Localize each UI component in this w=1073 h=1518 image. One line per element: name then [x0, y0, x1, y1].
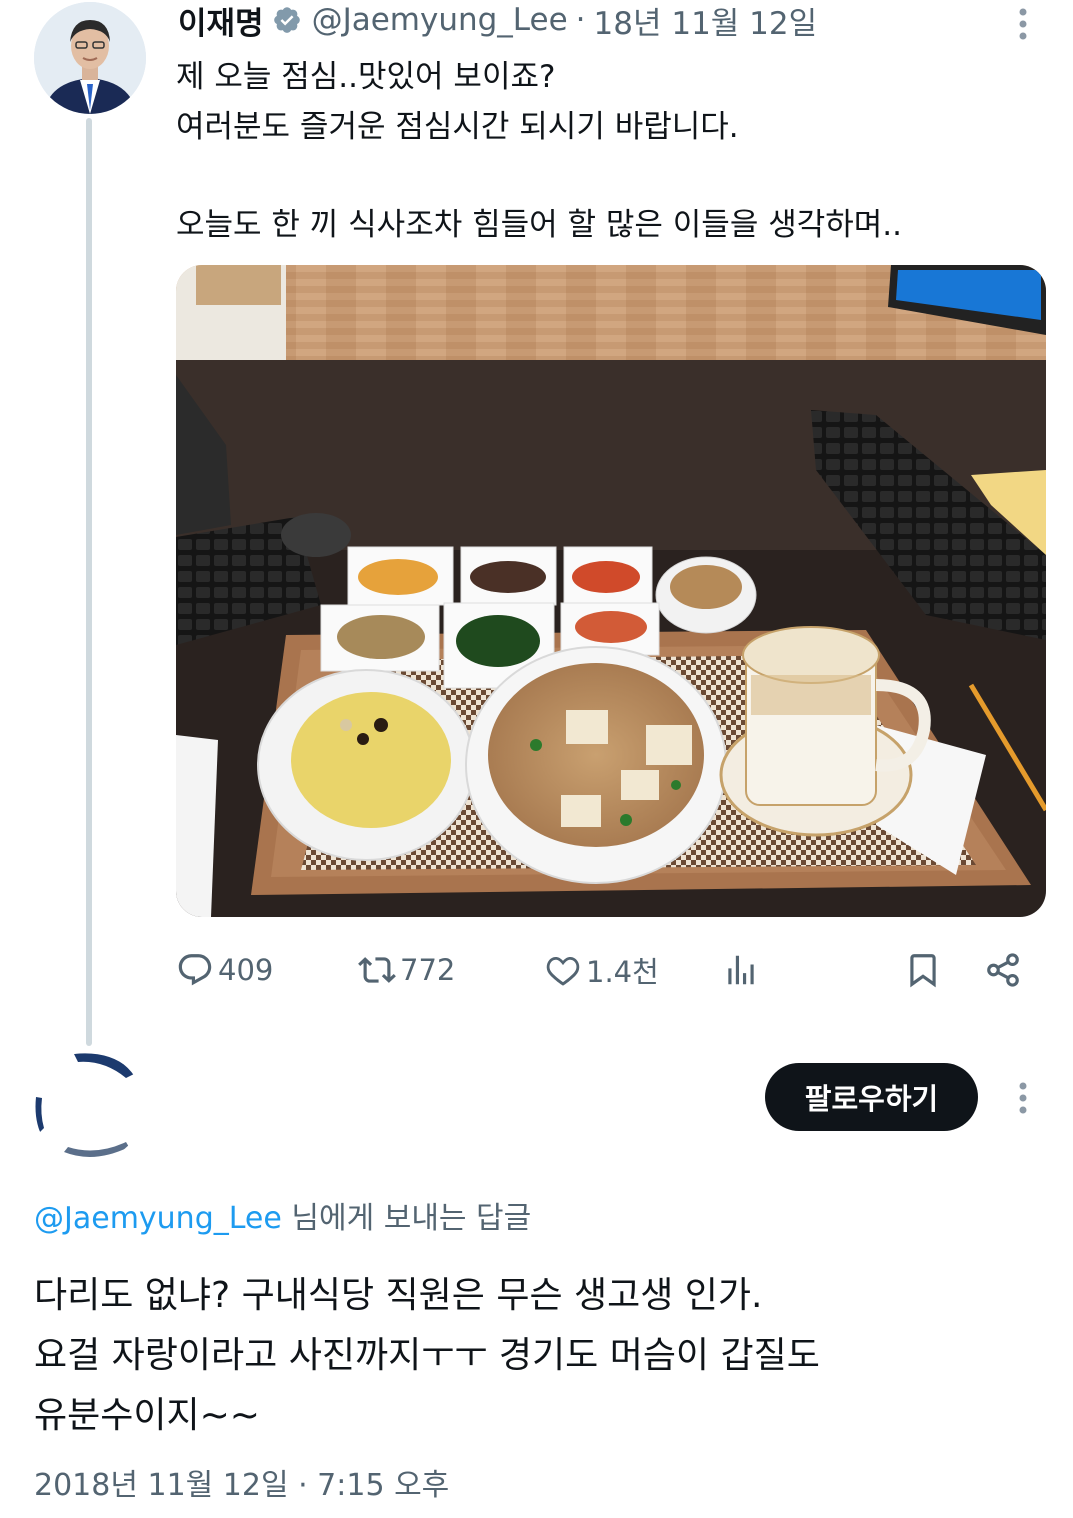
tweet-text-line: 여러분도 즐거운 점심시간 되시기 바랍니다.	[176, 109, 739, 145]
reply-icon	[178, 954, 212, 986]
tweet-date[interactable]: 18년 11월 12일	[594, 0, 818, 43]
thread-line	[86, 118, 92, 1046]
share-action[interactable]	[984, 945, 1022, 995]
reply-action[interactable]: 409	[176, 945, 273, 995]
retweet-action[interactable]: 772	[358, 945, 455, 995]
retweet-count: 772	[400, 953, 456, 987]
follow-button[interactable]: 팔로우하기	[765, 1063, 978, 1131]
views-action[interactable]	[722, 945, 760, 995]
heart-icon	[546, 956, 580, 986]
tweet-header: 이재명 @Jaemyung_Lee · 18년 11월 12일	[178, 0, 818, 43]
reply-more-options-icon[interactable]	[1008, 1078, 1038, 1118]
retweet-icon	[358, 957, 396, 983]
author-name[interactable]: 이재명	[178, 0, 264, 43]
reply-text: 다리도 없냐? 구내식당 직원은 무슨 생고생 인가. 요걸 자랑이라고 사진까…	[34, 1266, 1034, 1446]
reply-text-line: 요걸 자랑이라고 사진까지ㅜㅜ 경기도 머슴이 갑질도	[34, 1335, 820, 1376]
verified-badge-icon	[273, 7, 300, 33]
author-avatar[interactable]	[34, 2, 146, 114]
reply-text-line: 다리도 없냐? 구내식당 직원은 무슨 생고생 인가.	[34, 1275, 763, 1316]
like-count: 1.4천	[586, 955, 659, 989]
reply-avatar[interactable]	[34, 1052, 144, 1162]
reply-count: 409	[218, 953, 274, 987]
tweet-text: 제 오늘 점심..맛있어 보이죠? 여러분도 즐거운 점심시간 되시기 바랍니다…	[176, 52, 1036, 250]
reply-text-line: 유분수이지~~	[34, 1395, 260, 1436]
reply-avatar-image	[34, 1052, 144, 1162]
replying-to: @Jaemyung_Lee 님에게 보내는 답글	[34, 1193, 531, 1237]
views-analytics-icon	[728, 955, 754, 985]
share-icon	[987, 953, 1019, 987]
like-action[interactable]: 1.4천	[544, 945, 659, 995]
author-handle[interactable]: @Jaemyung_Lee	[312, 2, 568, 38]
author-avatar-image	[34, 2, 146, 114]
bookmark-icon	[910, 954, 936, 988]
tweet-text-line: 오늘도 한 끼 식사조차 힘들어 할 많은 이들을 생각하며..	[176, 207, 902, 243]
header-separator: ·	[575, 2, 586, 38]
lunch-tray-photo[interactable]	[176, 265, 1046, 917]
tweet-actions: 409 772 1.4천	[176, 945, 1046, 997]
reply-timestamp[interactable]: 2018년 11월 12일 · 7:15 오후	[34, 1460, 449, 1504]
tweet-text-line: 제 오늘 점심..맛있어 보이죠?	[176, 59, 556, 95]
reply-to-suffix: 님에게 보내는 답글	[281, 1201, 532, 1236]
reply-to-mention[interactable]: @Jaemyung_Lee	[34, 1201, 282, 1236]
bookmark-action[interactable]	[904, 945, 942, 995]
more-options-icon[interactable]	[1008, 4, 1038, 44]
lunch-tray-image	[176, 265, 1046, 917]
